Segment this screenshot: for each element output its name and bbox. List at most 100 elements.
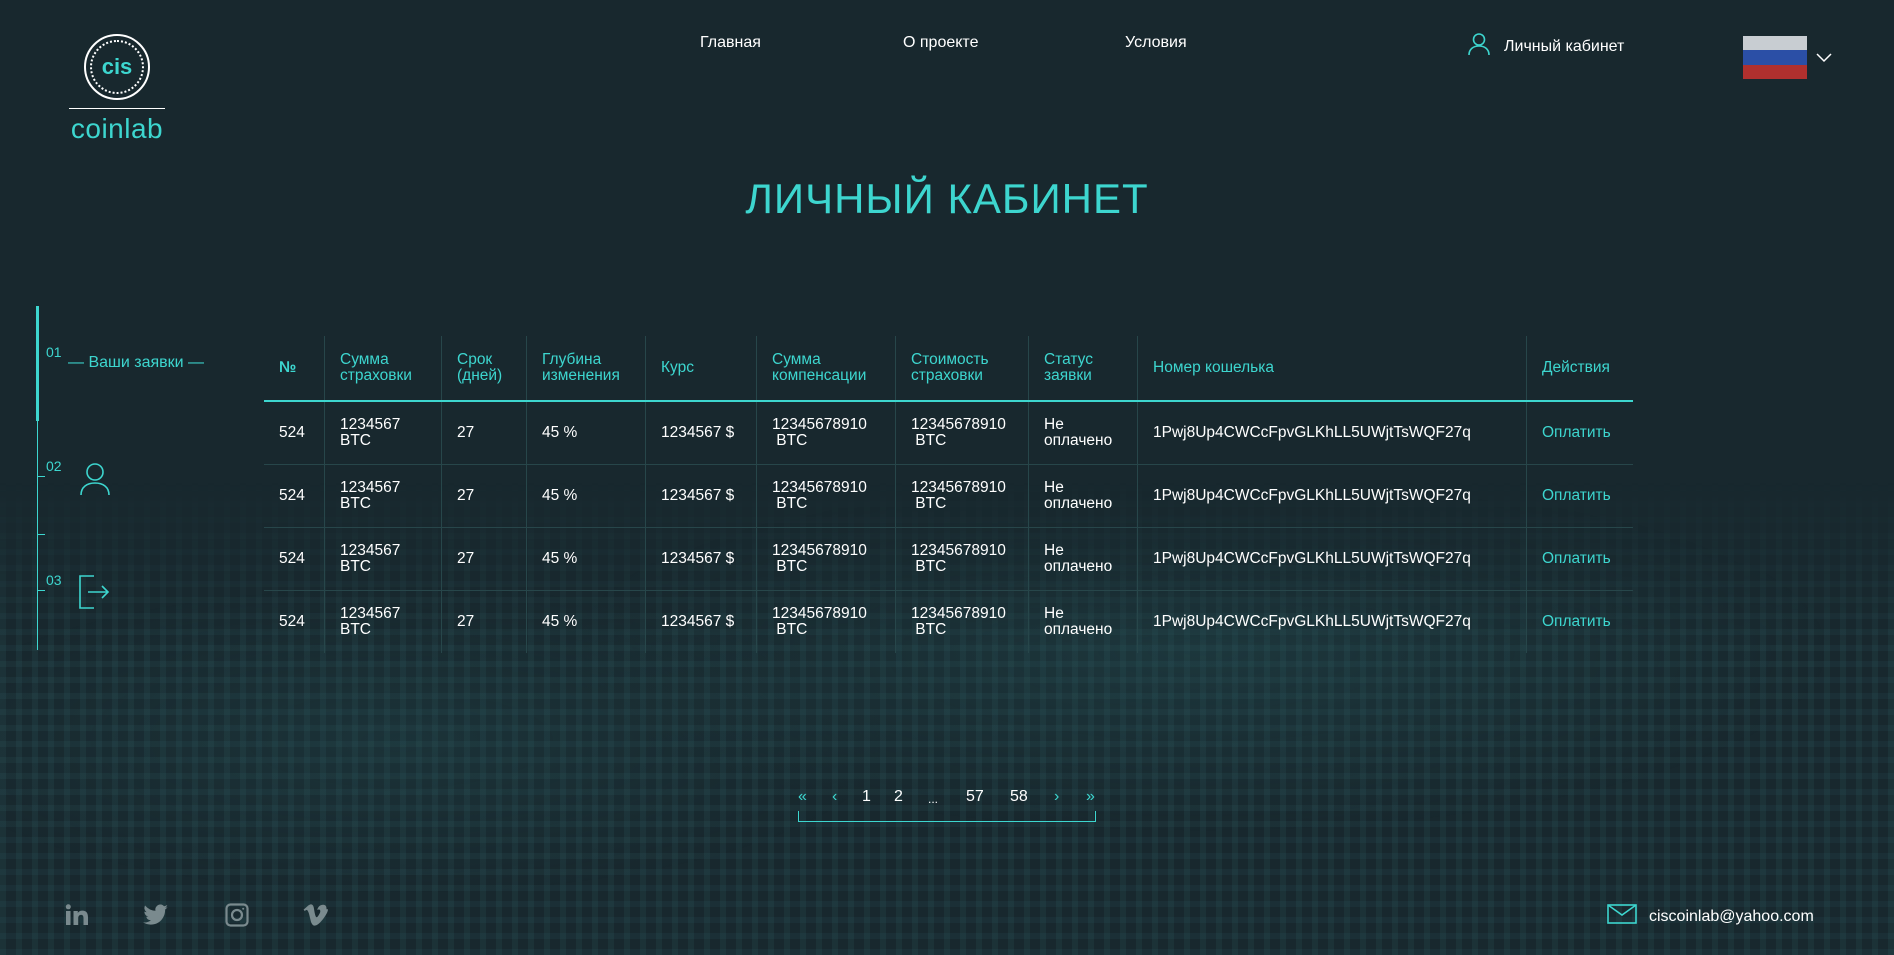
cell-term: 27 bbox=[441, 527, 527, 591]
sidebar-rail bbox=[37, 421, 38, 650]
column-header-sum: Сумма страховки bbox=[324, 336, 442, 402]
cell-compensation: 12345678910 BTC bbox=[756, 401, 896, 465]
cell-cost: 12345678910 BTC bbox=[895, 590, 1029, 653]
flag-stripe-red bbox=[1743, 64, 1807, 79]
pay-button[interactable]: Оплатить bbox=[1526, 590, 1633, 653]
table-row: 524 1234567 BTC 27 45 % 1234567 $ 1234567… bbox=[264, 590, 1633, 653]
table-row: 524 1234567 BTC 27 45 % 1234567 $ 1234567… bbox=[264, 527, 1633, 591]
mail-icon bbox=[1607, 904, 1637, 929]
column-header-wallet: Номер кошелька bbox=[1137, 336, 1527, 402]
cell-cost: 12345678910 BTC bbox=[895, 401, 1029, 465]
language-flag[interactable] bbox=[1743, 36, 1807, 79]
cell-wallet: 1Pwj8Up4CWCcFpvGLKhLL5UWjtTsWQF27q bbox=[1137, 527, 1527, 591]
column-header-compensation: Сумма компенсации bbox=[756, 336, 896, 402]
pagination-prev[interactable]: ‹ bbox=[832, 788, 837, 806]
cell-number: 524 bbox=[264, 401, 325, 465]
logo-abbr: cis bbox=[101, 54, 133, 79]
vimeo-icon[interactable] bbox=[303, 902, 329, 928]
logo-divider bbox=[69, 108, 165, 109]
sidebar-item-num: 01 bbox=[46, 344, 62, 360]
sidebar-active-indicator bbox=[36, 306, 39, 421]
nav-item-account[interactable]: Личный кабинет bbox=[1468, 32, 1624, 61]
cell-compensation: 12345678910 BTC bbox=[756, 464, 896, 528]
sidebar-tick bbox=[37, 476, 45, 477]
nav-account-label: Личный кабинет bbox=[1504, 37, 1625, 55]
cell-status: Не оплачено bbox=[1028, 590, 1138, 653]
flag-stripe-blue bbox=[1743, 50, 1807, 65]
user-icon bbox=[1468, 32, 1490, 61]
cell-number: 524 bbox=[264, 527, 325, 591]
cell-term: 27 bbox=[441, 401, 527, 465]
sidebar-item-label: — Ваши заявки — bbox=[68, 354, 205, 371]
cell-depth: 45 % bbox=[526, 527, 646, 591]
cell-term: 27 bbox=[441, 464, 527, 528]
logout-icon bbox=[76, 572, 110, 617]
cell-status: Не оплачено bbox=[1028, 401, 1138, 465]
sidebar: 01 — Ваши заявки — 02 03 bbox=[36, 306, 226, 650]
cell-compensation: 12345678910 BTC bbox=[756, 527, 896, 591]
orders-table: № Сумма страховки Срок (дней) Глубина измен… bbox=[264, 336, 1633, 653]
cell-status: Не оплачено bbox=[1028, 527, 1138, 591]
cell-rate: 1234567 $ bbox=[645, 464, 757, 528]
column-header-depth: Глубина изменения bbox=[526, 336, 646, 402]
column-header-cost: Стоимость страховки bbox=[895, 336, 1029, 402]
cell-wallet: 1Pwj8Up4CWCcFpvGLKhLL5UWjtTsWQF27q bbox=[1137, 590, 1527, 653]
cell-rate: 1234567 $ bbox=[645, 401, 757, 465]
pagination-page-57[interactable]: 57 bbox=[966, 788, 984, 806]
pay-button[interactable]: Оплатить bbox=[1526, 527, 1633, 591]
cell-wallet: 1Pwj8Up4CWCcFpvGLKhLL5UWjtTsWQF27q bbox=[1137, 401, 1527, 465]
sidebar-item-num: 02 bbox=[46, 458, 62, 474]
sidebar-tick bbox=[37, 590, 45, 591]
instagram-icon[interactable] bbox=[224, 902, 250, 928]
table-row: 524 1234567 BTC 27 45 % 1234567 $ 1234567… bbox=[264, 401, 1633, 465]
cell-number: 524 bbox=[264, 464, 325, 528]
column-header-status: Статус заявки bbox=[1028, 336, 1138, 402]
cell-sum: 1234567 BTC bbox=[324, 401, 442, 465]
pagination-first[interactable]: « bbox=[798, 788, 807, 806]
cell-number: 524 bbox=[279, 613, 305, 630]
cell-depth: 45 % bbox=[526, 464, 646, 528]
cell-rate: 1234567 $ bbox=[645, 527, 757, 591]
cell-compensation: 12345678910 BTC bbox=[756, 590, 896, 653]
pagination-ellipsis: ... bbox=[928, 792, 939, 806]
flag-stripe-white bbox=[1743, 36, 1807, 51]
pagination-last[interactable]: » bbox=[1086, 788, 1095, 806]
pagination-page-58[interactable]: 58 bbox=[1010, 788, 1028, 806]
cell-cost: 12345678910 BTC bbox=[895, 464, 1029, 528]
cell-depth: 45 % bbox=[526, 401, 646, 465]
nav-item-about[interactable]: О проекте bbox=[903, 34, 978, 52]
page-title: ЛИЧНЫЙ КАБИНЕТ bbox=[745, 175, 1149, 222]
pagination-bracket bbox=[798, 811, 1096, 822]
column-header-number: № bbox=[264, 336, 325, 402]
chevron-down-icon[interactable] bbox=[1816, 50, 1832, 68]
pagination-next[interactable]: › bbox=[1054, 788, 1059, 806]
cell-cost: 12345678910 BTC bbox=[895, 527, 1029, 591]
twitter-icon[interactable] bbox=[143, 902, 169, 928]
cell-sum: 1234567 BTC bbox=[324, 527, 442, 591]
pagination-page-1[interactable]: 1 bbox=[862, 788, 871, 806]
pagination: « ‹ 1 2 ... 57 58 › » bbox=[798, 786, 1096, 822]
pay-button[interactable]: Оплатить bbox=[1526, 464, 1633, 528]
sidebar-tick bbox=[37, 534, 45, 535]
logo-name: coinlab bbox=[70, 113, 164, 144]
pay-button[interactable]: Оплатить bbox=[1526, 401, 1633, 465]
cell-depth: 45 % bbox=[526, 590, 646, 653]
table-row: 524 1234567 BTC 27 45 % 1234567 $ 1234567… bbox=[264, 464, 1633, 528]
nav-item-terms[interactable]: Условия bbox=[1125, 34, 1187, 52]
contact-email-text: ciscoinlab@yahoo.com bbox=[1649, 907, 1814, 925]
cell-term: 27 bbox=[441, 590, 527, 653]
contact-email[interactable]: ciscoinlab@yahoo.com bbox=[1607, 904, 1814, 929]
nav-item-home[interactable]: Главная bbox=[700, 34, 761, 52]
cell-sum: 1234567 BTC bbox=[324, 590, 442, 653]
cell-sum: 1234567 BTC bbox=[324, 464, 442, 528]
cell-wallet: 1Pwj8Up4CWCcFpvGLKhLL5UWjtTsWQF27q bbox=[1137, 464, 1527, 528]
column-header-actions: Действия bbox=[1526, 336, 1633, 402]
sidebar-item-num: 03 bbox=[46, 572, 62, 588]
linkedin-icon[interactable] bbox=[64, 902, 90, 928]
column-header-rate: Курс bbox=[645, 336, 757, 402]
column-header-term: Срок (дней) bbox=[441, 336, 527, 402]
cell-rate: 1234567 $ bbox=[645, 590, 757, 653]
cell-status: Не оплачено bbox=[1028, 464, 1138, 528]
pagination-page-2[interactable]: 2 bbox=[894, 788, 903, 806]
table-header-row: № Сумма страховки Срок (дней) Глубина измен… bbox=[264, 336, 1633, 402]
